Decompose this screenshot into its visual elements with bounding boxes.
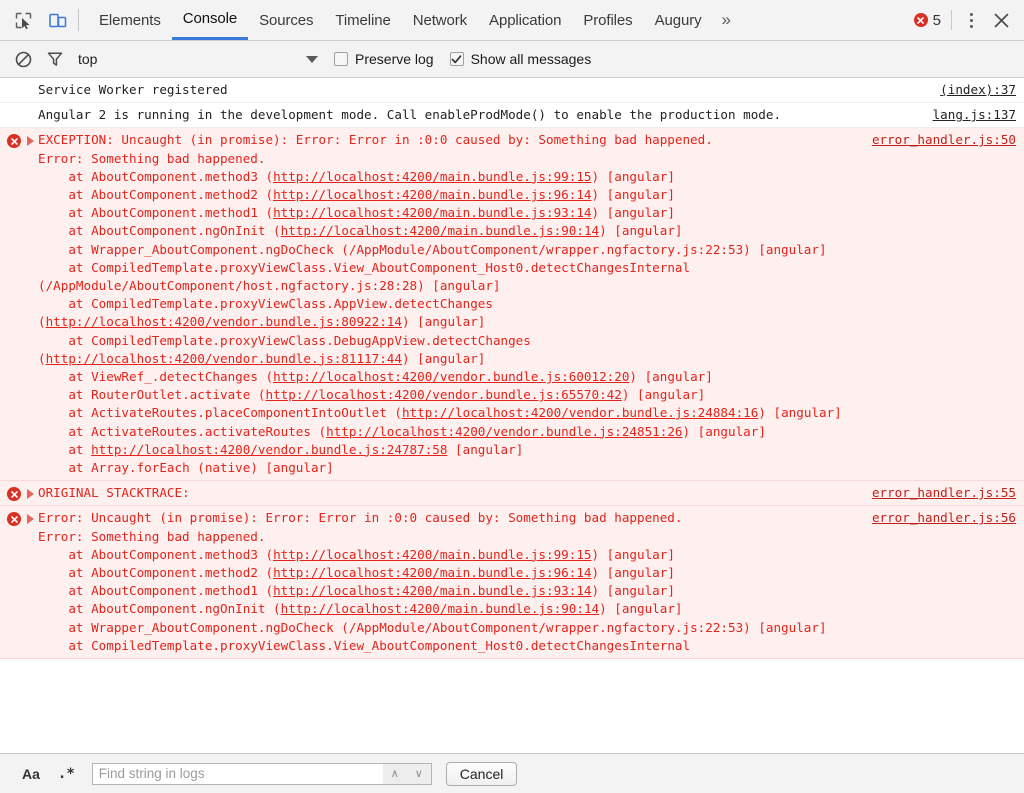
- stack-link[interactable]: http://localhost:4200/main.bundle.js:96:…: [273, 565, 591, 580]
- execution-context-value: top: [78, 51, 98, 67]
- more-tabs-label: »: [721, 10, 731, 29]
- preserve-log-label: Preserve log: [355, 51, 434, 67]
- close-icon[interactable]: [990, 9, 1012, 31]
- stack-link[interactable]: http://localhost:4200/vendor.bundle.js:2…: [402, 405, 758, 420]
- match-case-button[interactable]: Aa: [13, 766, 49, 782]
- tab-label: Timeline: [335, 11, 391, 29]
- find-input-wrapper: ∧ ∨: [91, 762, 432, 785]
- tab-profiles[interactable]: Profiles: [572, 0, 643, 40]
- message-text: Angular 2 is running in the development …: [38, 107, 782, 123]
- clear-console-icon[interactable]: [12, 48, 34, 70]
- message-text: ORIGINAL STACKTRACE:: [38, 485, 190, 501]
- regex-toggle-button[interactable]: .*: [49, 766, 84, 782]
- checkbox-box: [334, 52, 348, 66]
- tab-label: Network: [412, 11, 468, 29]
- console-find-bar: Aa .* ∧ ∨ Cancel: [0, 753, 1024, 793]
- message-text: Error: Uncaught (in promise): Error: Err…: [38, 510, 827, 653]
- more-tabs-chevron-icon[interactable]: »: [713, 0, 740, 40]
- stack-link[interactable]: http://localhost:4200/main.bundle.js:99:…: [273, 547, 591, 562]
- devtools-window: Elements Console Sources Timeline Networ…: [0, 0, 1024, 793]
- find-input[interactable]: [92, 763, 383, 784]
- stack-link[interactable]: http://localhost:4200/main.bundle.js:96:…: [273, 187, 591, 202]
- tab-label: Sources: [259, 11, 314, 29]
- stack-link[interactable]: http://localhost:4200/vendor.bundle.js:2…: [91, 442, 447, 457]
- stack-link[interactable]: http://localhost:4200/main.bundle.js:90:…: [281, 601, 599, 616]
- find-next-button[interactable]: ∨: [406, 763, 431, 784]
- expand-triangle-icon[interactable]: [27, 489, 34, 500]
- checkbox-box-checked: [449, 52, 464, 66]
- console-message[interactable]: Service Worker registered (index):37: [0, 78, 1024, 104]
- toolbar-divider: [951, 10, 952, 30]
- tab-application[interactable]: Application: [478, 0, 572, 40]
- tab-label: Elements: [99, 11, 161, 29]
- tab-network[interactable]: Network: [402, 0, 478, 40]
- find-prev-button[interactable]: ∧: [382, 763, 407, 784]
- console-filter-bar: top Preserve log Show all messages: [0, 41, 1024, 78]
- message-gutter: [0, 106, 38, 109]
- error-count-value: 5: [932, 11, 941, 29]
- show-all-messages-label: Show all messages: [470, 51, 592, 67]
- message-gutter: [0, 484, 38, 502]
- console-message-list[interactable]: Service Worker registered (index):37 Angul…: [0, 78, 1024, 753]
- stack-link[interactable]: http://localhost:4200/vendor.bundle.js:8…: [46, 351, 402, 366]
- tabbar-tool-icons: [0, 0, 78, 40]
- console-message[interactable]: EXCEPTION: Uncaught (in promise): Error:…: [0, 128, 1024, 482]
- stack-link[interactable]: http://localhost:4200/main.bundle.js:90:…: [281, 223, 599, 238]
- tab-timeline[interactable]: Timeline: [324, 0, 401, 40]
- message-source-link[interactable]: error_handler.js:50: [872, 131, 1016, 149]
- error-circle-icon: [7, 512, 21, 527]
- error-count-badge[interactable]: 5: [913, 11, 941, 29]
- tab-console[interactable]: Console: [171, 0, 249, 40]
- message-gutter: [0, 131, 38, 149]
- devtools-tabbar: Elements Console Sources Timeline Networ…: [0, 0, 1024, 41]
- message-text: Service Worker registered: [38, 82, 228, 97]
- cancel-button[interactable]: Cancel: [445, 761, 518, 786]
- show-all-messages-checkbox[interactable]: Show all messages: [449, 51, 592, 67]
- console-message[interactable]: Error: Uncaught (in promise): Error: Err…: [0, 506, 1024, 660]
- stack-link[interactable]: http://localhost:4200/vendor.bundle.js:6…: [273, 369, 629, 384]
- inspect-cursor-icon[interactable]: [12, 9, 34, 31]
- tab-augury[interactable]: Augury: [644, 0, 713, 40]
- stack-link[interactable]: http://localhost:4200/vendor.bundle.js:6…: [265, 387, 621, 402]
- error-circle-icon: [7, 487, 21, 502]
- console-message[interactable]: ORIGINAL STACKTRACE: error_handler.js:55: [0, 481, 1024, 507]
- stack-link[interactable]: http://localhost:4200/main.bundle.js:93:…: [273, 205, 591, 220]
- filter-funnel-icon[interactable]: [44, 48, 66, 70]
- expand-triangle-icon[interactable]: [27, 136, 34, 147]
- devtools-tabs: Elements Console Sources Timeline Networ…: [88, 0, 740, 40]
- chevron-down-icon: [306, 55, 318, 63]
- find-nav-arrows: ∧ ∨: [382, 763, 431, 784]
- tab-sources[interactable]: Sources: [248, 0, 324, 40]
- message-gutter: [0, 509, 38, 527]
- tab-label: Application: [489, 11, 562, 29]
- expand-triangle-icon[interactable]: [27, 514, 34, 525]
- console-message[interactable]: Angular 2 is running in the development …: [0, 103, 1024, 129]
- stack-link[interactable]: http://localhost:4200/main.bundle.js:99:…: [273, 169, 591, 184]
- preserve-log-checkbox[interactable]: Preserve log: [334, 51, 434, 67]
- message-text: EXCEPTION: Uncaught (in promise): Error:…: [38, 132, 842, 476]
- execution-context-select[interactable]: top: [78, 51, 318, 67]
- device-toolbar-icon[interactable]: [47, 9, 69, 31]
- tabbar-right-controls: 5: [913, 0, 1024, 40]
- message-source-link[interactable]: error_handler.js:55: [872, 484, 1016, 502]
- message-source-link[interactable]: error_handler.js:56: [872, 509, 1016, 527]
- tab-label: Profiles: [583, 11, 633, 29]
- tabbar-divider: [78, 9, 79, 31]
- tab-label: Augury: [654, 11, 702, 29]
- error-circle-icon: [913, 13, 928, 27]
- message-gutter: [0, 81, 38, 84]
- message-source-link[interactable]: lang.js:137: [933, 106, 1016, 124]
- tab-elements[interactable]: Elements: [88, 0, 172, 40]
- more-options-kebab-icon[interactable]: [962, 10, 980, 30]
- stack-link[interactable]: http://localhost:4200/vendor.bundle.js:8…: [46, 314, 402, 329]
- stack-link[interactable]: http://localhost:4200/main.bundle.js:93:…: [273, 583, 591, 598]
- message-source-link[interactable]: (index):37: [940, 81, 1016, 99]
- error-circle-icon: [7, 134, 21, 149]
- tab-label: Console: [182, 10, 238, 27]
- stack-link[interactable]: http://localhost:4200/vendor.bundle.js:2…: [326, 424, 682, 439]
